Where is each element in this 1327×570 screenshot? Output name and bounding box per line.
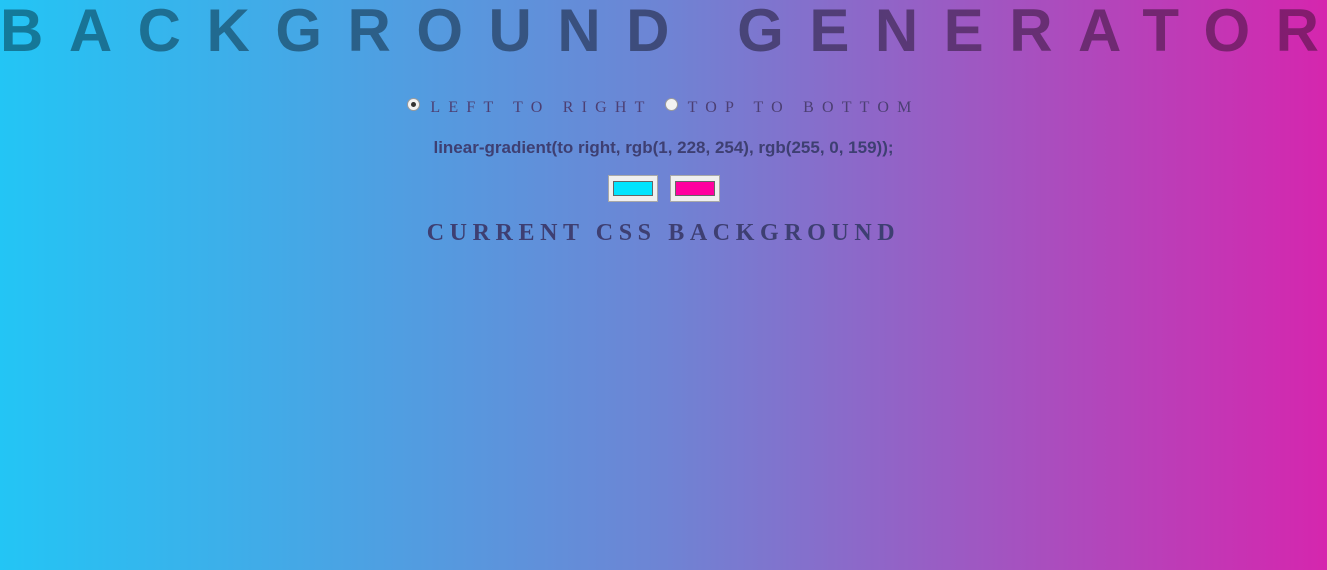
color2-swatch: [674, 181, 715, 196]
page-title: BACKGROUND GENERATOR: [0, 0, 1327, 64]
color-pickers: [0, 175, 1327, 202]
css-output-text: linear-gradient(to right, rgb(1, 228, 25…: [433, 138, 894, 157]
direction-options: LEFT TO RIGHT TOP TO BOTTOM: [0, 98, 1327, 122]
color1-picker[interactable]: [607, 175, 658, 202]
color2-picker[interactable]: [669, 175, 720, 202]
radio-left-to-right[interactable]: [407, 98, 421, 111]
current-css-heading: CURRENT CSS BACKGROUND: [426, 220, 901, 246]
top-to-bottom-label[interactable]: TOP TO BOTTOM: [688, 99, 920, 116]
left-to-right-label[interactable]: LEFT TO RIGHT: [430, 99, 652, 116]
radio-top-to-bottom[interactable]: [664, 98, 678, 111]
color1-swatch: [612, 181, 653, 196]
